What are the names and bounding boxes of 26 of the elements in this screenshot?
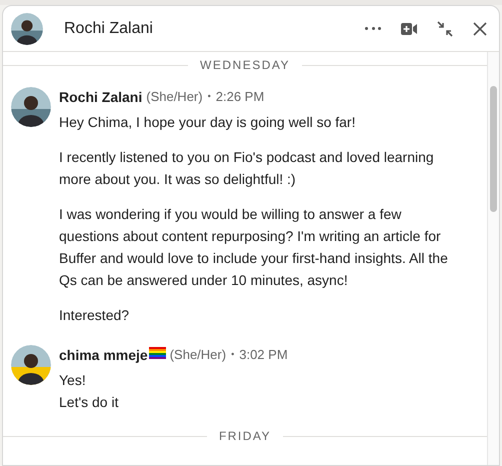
pronouns: (She/Her)	[170, 346, 226, 364]
day-divider-label: WEDNESDAY	[199, 57, 291, 74]
message-paragraph: I recently listened to you on Fio's podcast and loved learning more about you. It was so delightful! :)	[59, 148, 435, 189]
rainbow-flag-icon	[148, 347, 166, 359]
day-divider-label: FRIDAY	[218, 428, 272, 445]
message-time: 2:26 PM	[216, 88, 264, 106]
sender-name[interactable]: chima mmeje	[59, 344, 148, 366]
avatar	[11, 345, 51, 385]
message-paragraph: Hey Chima, I hope your day is going well so far!	[59, 113, 356, 132]
message-paragraph: Interested?	[59, 306, 130, 325]
scrollbar-thumb[interactable]	[490, 86, 497, 212]
more-icon[interactable]	[365, 26, 381, 32]
message-line: Yes!	[59, 371, 87, 390]
message-line: Let's do it	[59, 393, 120, 412]
separator-dot: •	[231, 348, 234, 362]
window-title: Rochi Zalani	[64, 18, 153, 38]
sender-name[interactable]: Rochi Zalani	[59, 86, 142, 108]
separator-dot: •	[208, 90, 211, 104]
avatar	[11, 12, 43, 44]
avatar	[11, 87, 51, 127]
pronouns: (She/Her)	[146, 88, 203, 106]
video-camera-icon[interactable]	[401, 22, 417, 34]
message-paragraph: I was wondering if you would be willing to answer a few questions about content repurposing? I'm writing an article for Buffer and would love to include your first-hand insights. All the Qs can be answered under 10 minutes, async!	[59, 205, 449, 290]
close-icon[interactable]	[473, 22, 487, 36]
message-time: 3:02 PM	[239, 346, 288, 364]
minimize-icon[interactable]	[437, 20, 453, 36]
